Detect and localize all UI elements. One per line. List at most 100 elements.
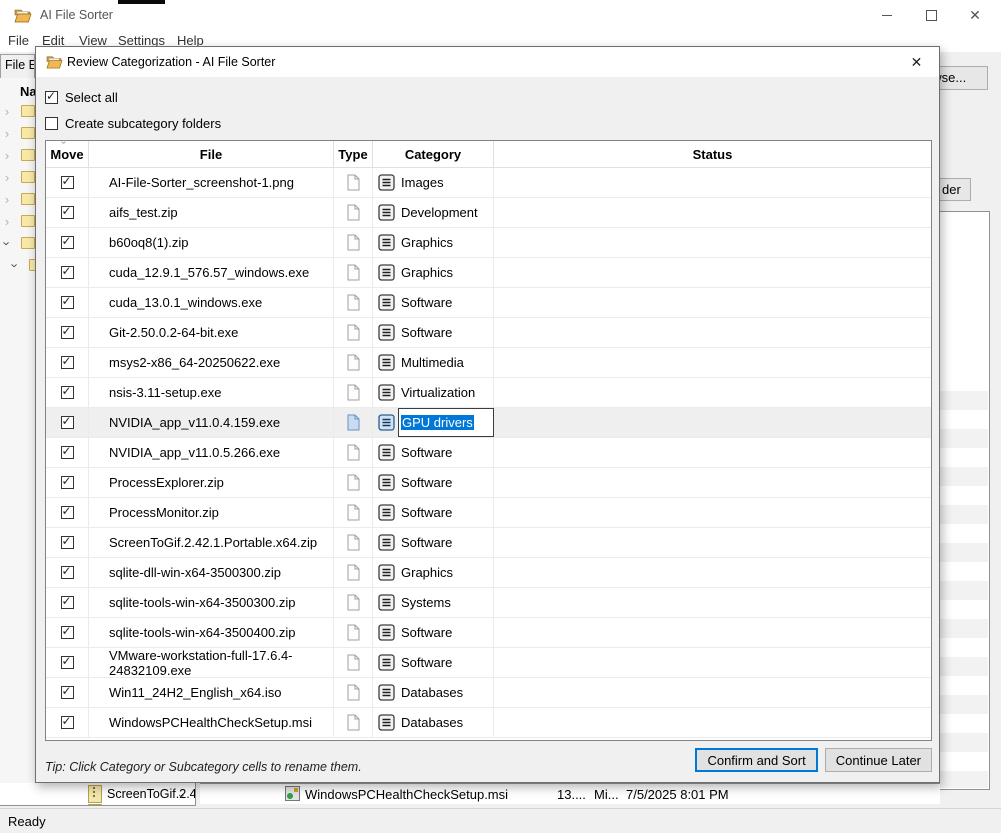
category-cell[interactable]: Systems bbox=[373, 588, 494, 617]
file-name-cell[interactable]: nsis-3.11-setup.exe bbox=[89, 378, 334, 407]
category-cell[interactable]: Graphics bbox=[373, 258, 494, 287]
select-all-checkbox-row[interactable]: ✓ Select all bbox=[45, 89, 118, 105]
category-cell[interactable]: Databases bbox=[373, 678, 494, 707]
column-header-move[interactable]: › Move bbox=[46, 141, 89, 167]
row-move-checkbox[interactable]: ✓ bbox=[60, 174, 74, 189]
row-move-checkbox[interactable]: ✓ bbox=[60, 354, 74, 369]
file-name-cell[interactable]: ProcessExplorer.zip bbox=[89, 468, 334, 497]
category-cell[interactable]: Graphics bbox=[373, 558, 494, 587]
tree-row[interactable]: › bbox=[0, 144, 35, 166]
table-row[interactable]: ✓ nsis-3.11-setup.exe Virtualization bbox=[46, 378, 931, 408]
confirm-and-sort-button[interactable]: Confirm and Sort bbox=[695, 748, 818, 772]
column-header-type[interactable]: Type bbox=[334, 141, 373, 167]
table-row[interactable]: ✓ AI-File-Sorter_screenshot-1.png Images bbox=[46, 168, 931, 198]
row-move-checkbox[interactable]: ✓ bbox=[60, 564, 74, 579]
column-header-file[interactable]: File bbox=[89, 141, 334, 167]
subcategory-checkbox[interactable]: ✓ bbox=[45, 117, 58, 130]
file-name-cell[interactable]: VMware-workstation-full-17.6.4-24832109.… bbox=[89, 648, 334, 678]
chevron-right-icon[interactable]: › bbox=[0, 148, 14, 163]
category-cell[interactable]: Software bbox=[373, 528, 494, 557]
tree-row[interactable]: › bbox=[0, 254, 35, 276]
table-row[interactable]: ✓ ScreenToGif.2.42.1.Portable.x64.zip Sof… bbox=[46, 528, 931, 558]
file-name-cell[interactable]: cuda_13.0.1_windows.exe bbox=[89, 288, 334, 317]
chevron-right-icon[interactable]: › bbox=[0, 126, 14, 141]
row-move-checkbox[interactable]: ✓ bbox=[60, 654, 74, 669]
table-row[interactable]: ✓ Git-2.50.0.2-64-bit.exe Software bbox=[46, 318, 931, 348]
scroll-down-icon[interactable]: › bbox=[175, 794, 189, 798]
category-cell[interactable]: Software bbox=[373, 498, 494, 527]
row-move-checkbox[interactable]: ✓ bbox=[60, 264, 74, 279]
row-move-checkbox[interactable]: ✓ bbox=[60, 594, 74, 609]
table-row[interactable]: ✓ sqlite-dll-win-x64-3500300.zip Graphics bbox=[46, 558, 931, 588]
row-move-checkbox[interactable]: ✓ bbox=[60, 384, 74, 399]
category-cell[interactable]: GPU drivers bbox=[373, 408, 494, 437]
continue-later-button[interactable]: Continue Later bbox=[824, 748, 932, 772]
file-name-cell[interactable]: NVIDIA_app_v11.0.5.266.exe bbox=[89, 438, 334, 467]
table-row[interactable]: ✓ WindowsPCHealthCheckSetup.msi Databases bbox=[46, 708, 931, 738]
file-name-cell[interactable]: ScreenToGif.2.42.1.Portable.x64.zip bbox=[89, 528, 334, 557]
file-name-cell[interactable]: ProcessMonitor.zip bbox=[89, 498, 334, 527]
chevron-right-icon[interactable]: › bbox=[0, 104, 14, 119]
table-row[interactable]: ✓ aifs_test.zip Development bbox=[46, 198, 931, 228]
table-row[interactable]: ✓ msys2-x86_64-20250622.exe Multimedia bbox=[46, 348, 931, 378]
category-cell[interactable]: Multimedia bbox=[373, 348, 494, 377]
chevron-down-icon[interactable]: › bbox=[0, 236, 15, 250]
chevron-right-icon[interactable]: › bbox=[0, 170, 14, 185]
table-row[interactable]: ✓ VMware-workstation-full-17.6.4-24832109… bbox=[46, 648, 931, 678]
chevron-right-icon[interactable]: › bbox=[0, 192, 14, 207]
tree-row[interactable]: › bbox=[0, 188, 35, 210]
category-edit-input[interactable]: GPU drivers bbox=[398, 408, 494, 437]
table-row[interactable]: ✓ NVIDIA_app_v11.0.5.266.exe Software bbox=[46, 438, 931, 468]
row-move-checkbox[interactable]: ✓ bbox=[60, 474, 74, 489]
dialog-close-button[interactable]: ✕ bbox=[894, 47, 939, 77]
file-name-cell[interactable]: NVIDIA_app_v11.0.4.159.exe bbox=[89, 408, 334, 437]
tree-row[interactable]: › bbox=[0, 166, 35, 188]
maximize-button[interactable] bbox=[909, 0, 953, 30]
minimize-button[interactable] bbox=[865, 0, 909, 30]
category-cell[interactable]: Software bbox=[373, 468, 494, 497]
table-row[interactable]: ✓ sqlite-tools-win-x64-3500400.zip Softwa… bbox=[46, 618, 931, 648]
tab-file-explorer[interactable]: File Explorer bbox=[0, 54, 35, 78]
row-move-checkbox[interactable]: ✓ bbox=[60, 684, 74, 699]
row-move-checkbox[interactable]: ✓ bbox=[60, 444, 74, 459]
category-cell[interactable]: Databases bbox=[373, 708, 494, 737]
row-move-checkbox[interactable]: ✓ bbox=[60, 324, 74, 339]
table-row[interactable]: ✓ cuda_13.0.1_windows.exe Software bbox=[46, 288, 931, 318]
tree-row[interactable]: › bbox=[0, 232, 35, 254]
table-row[interactable]: ✓ ProcessExplorer.zip Software bbox=[46, 468, 931, 498]
file-name-cell[interactable]: sqlite-tools-win-x64-3500400.zip bbox=[89, 618, 334, 647]
row-move-checkbox[interactable]: ✓ bbox=[60, 624, 74, 639]
file-name-cell[interactable]: Git-2.50.0.2-64-bit.exe bbox=[89, 318, 334, 347]
chevron-down-icon[interactable]: › bbox=[8, 258, 23, 272]
table-row[interactable]: ✓ NVIDIA_app_v11.0.4.159.exe GPU drivers bbox=[46, 408, 931, 438]
category-cell[interactable]: Software bbox=[373, 618, 494, 647]
table-row[interactable]: ✓ b60oq8(1).zip Graphics bbox=[46, 228, 931, 258]
close-window-button[interactable]: ✕ bbox=[953, 0, 997, 30]
file-name-cell[interactable]: AI-File-Sorter_screenshot-1.png bbox=[89, 168, 334, 197]
file-name-cell[interactable]: cuda_12.9.1_576.57_windows.exe bbox=[89, 258, 334, 287]
tree-row[interactable]: › bbox=[0, 210, 35, 232]
column-header-status[interactable]: Status bbox=[494, 141, 931, 167]
chevron-right-icon[interactable]: › bbox=[0, 214, 14, 229]
file-name-cell[interactable]: sqlite-tools-win-x64-3500300.zip bbox=[89, 588, 334, 617]
row-move-checkbox[interactable]: ✓ bbox=[60, 504, 74, 519]
row-move-checkbox[interactable]: ✓ bbox=[60, 234, 74, 249]
category-cell[interactable]: Software bbox=[373, 288, 494, 317]
select-all-checkbox[interactable]: ✓ bbox=[45, 89, 58, 104]
row-move-checkbox[interactable]: ✓ bbox=[60, 204, 74, 219]
column-header-category[interactable]: Category bbox=[373, 141, 494, 167]
row-move-checkbox[interactable]: ✓ bbox=[60, 414, 74, 429]
file-name-cell[interactable]: b60oq8(1).zip bbox=[89, 228, 334, 257]
category-cell[interactable]: Software bbox=[373, 648, 494, 677]
background-file-row[interactable]: WindowsPCHealthCheckSetup.msi 13.... Mi.… bbox=[200, 783, 940, 804]
row-move-checkbox[interactable]: ✓ bbox=[60, 714, 74, 729]
row-move-checkbox[interactable]: ✓ bbox=[60, 534, 74, 549]
category-cell[interactable]: Software bbox=[373, 438, 494, 467]
category-cell[interactable]: Images bbox=[373, 168, 494, 197]
menu-file[interactable]: File bbox=[8, 33, 29, 48]
subcategory-checkbox-row[interactable]: ✓ Create subcategory folders bbox=[45, 116, 221, 131]
tree-row[interactable]: › bbox=[0, 100, 35, 122]
tree-row[interactable]: › bbox=[0, 122, 35, 144]
category-cell[interactable]: Software bbox=[373, 318, 494, 347]
file-name-cell[interactable]: msys2-x86_64-20250622.exe bbox=[89, 348, 334, 377]
